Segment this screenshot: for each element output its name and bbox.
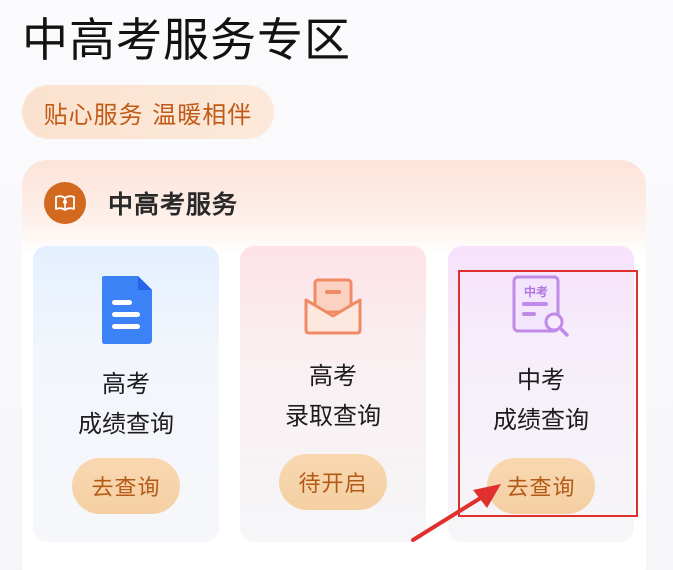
section-header: 中高考服务: [44, 182, 238, 224]
page-title: 中高考服务专区: [22, 13, 351, 67]
subtitle-badge: 贴心服务 温暖相伴: [22, 85, 274, 139]
document-icon: [96, 274, 156, 350]
query-button[interactable]: 去查询: [72, 458, 180, 514]
tile-label-line1: 中考: [517, 366, 565, 394]
search-report-icon: 中考: [510, 274, 572, 344]
tile-label-line1: 高考: [309, 362, 357, 390]
tile-label-line1: 高考: [102, 370, 150, 398]
tile-gaokao-score[interactable]: 高考 成绩查询 去查询: [33, 246, 219, 542]
tile-label-line2: 成绩查询: [493, 406, 589, 434]
report-icon-label: 中考: [524, 284, 548, 299]
annotation-arrow-icon: [405, 478, 515, 552]
tile-label-line2: 录取查询: [285, 402, 381, 430]
book-icon: [44, 182, 86, 224]
section-title: 中高考服务: [108, 190, 239, 219]
pending-button[interactable]: 待开启: [279, 454, 387, 510]
envelope-icon: [303, 278, 363, 340]
service-card: 中高考服务 高考 成绩查询 去查询 高考 录取查询 待开启 中考 中考 成绩查询…: [22, 160, 646, 570]
tile-label-line2: 成绩查询: [78, 410, 174, 438]
tile-gaokao-admission[interactable]: 高考 录取查询 待开启: [240, 246, 426, 542]
